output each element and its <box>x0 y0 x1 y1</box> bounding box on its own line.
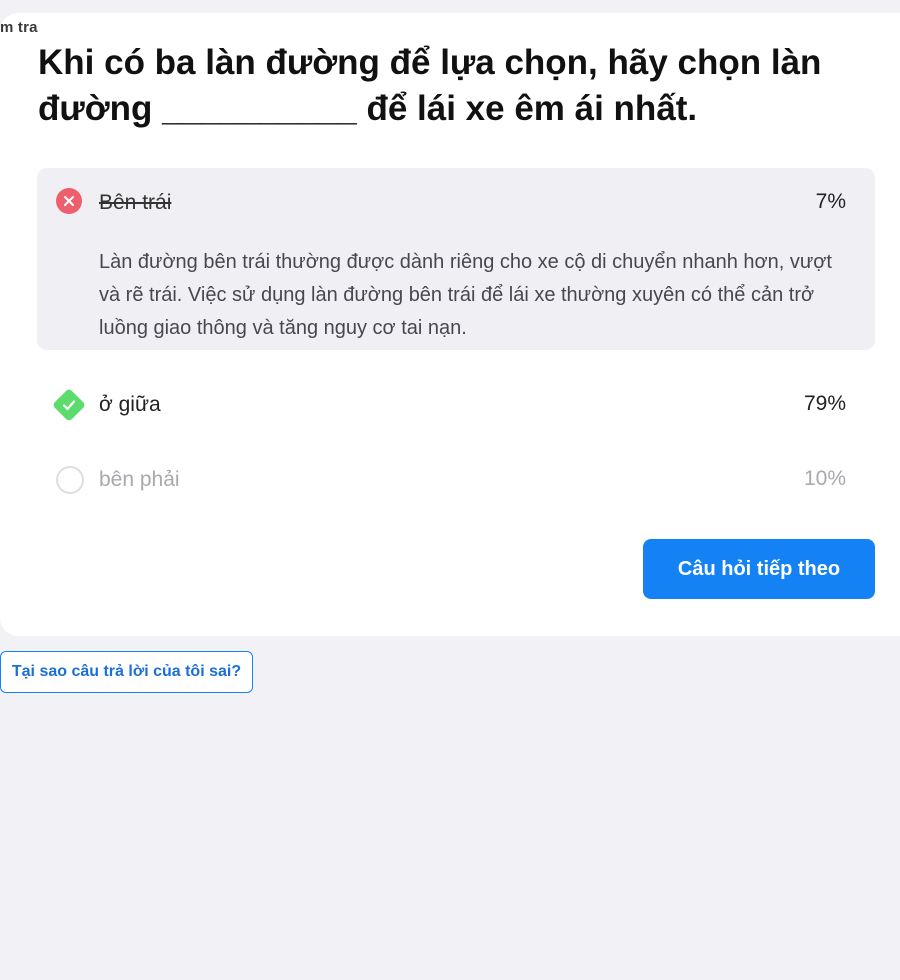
answer-option-middle[interactable]: ở giữa 79% <box>37 368 875 428</box>
check-diamond-icon <box>52 388 86 422</box>
answer-label: ở giữa <box>99 393 161 416</box>
answer-percent: 7% <box>815 190 846 213</box>
next-question-button[interactable]: Câu hỏi tiếp theo <box>643 539 875 599</box>
answer-label: Bên trái <box>99 191 172 214</box>
answer-option-right[interactable]: bên phải 10% <box>37 443 875 503</box>
answer-option-left[interactable]: Bên trái 7% Làn đường bên trái thường đư… <box>37 168 875 350</box>
breadcrumb: m tra <box>0 19 38 36</box>
answer-percent: 10% <box>803 467 846 490</box>
x-circle-icon <box>56 188 82 214</box>
empty-circle-icon <box>56 466 84 494</box>
answer-label: bên phải <box>99 468 180 491</box>
question-text: Khi có ba làn đường để lựa chọn, hãy chọ… <box>38 43 822 128</box>
why-wrong-button[interactable]: Tại sao câu trả lời của tôi sai? <box>0 651 253 693</box>
answer-percent: 79% <box>803 392 846 415</box>
answer-explanation: Làn đường bên trái thường được dành riên… <box>99 251 832 339</box>
